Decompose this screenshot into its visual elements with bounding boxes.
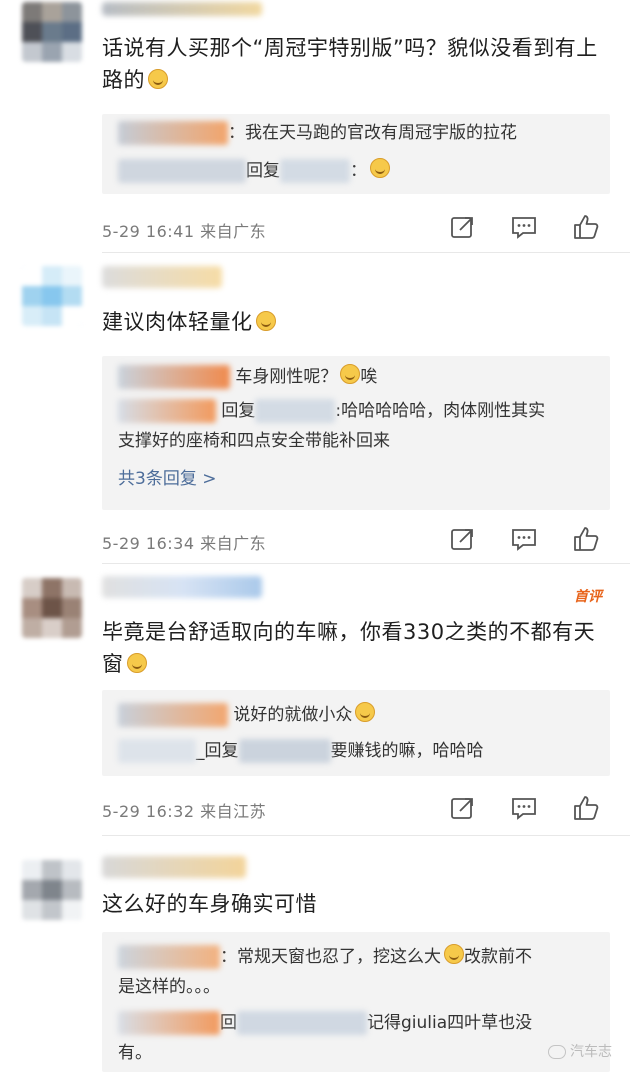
smile-emoji-icon: [355, 702, 376, 722]
reply-line[interactable]: 回复:哈哈哈哈哈，肉体刚性其实: [118, 396, 600, 426]
comment-text: 话说有人买那个“周冠宇特别版”吗？貌似没看到有上路的: [102, 36, 598, 92]
first-comment-tag: 首评: [574, 589, 602, 605]
reply-continuation: 有。: [118, 1043, 152, 1063]
comment-text: 这么好的车身确实可惜: [102, 892, 317, 916]
reply-line[interactable]: 车身刚性呢？唉: [118, 362, 600, 392]
reply-box: ：常规天窗也忍了，挖这么大 改款前不 是这样的。。。 回记得giulia四叶草也没…: [102, 932, 610, 1072]
username[interactable]: [102, 856, 246, 878]
reply-box: 车身刚性呢？唉 回复:哈哈哈哈哈，肉体刚性其实 支撑好的座椅和四点安全带能补回来…: [102, 356, 610, 510]
share-icon[interactable]: [448, 213, 476, 241]
cry-emoji-icon: [444, 944, 464, 964]
reply-line[interactable]: ：常规天窗也忍了，挖这么大 改款前不: [118, 942, 600, 972]
reply-username[interactable]: [118, 945, 220, 969]
reply-target-username[interactable]: [238, 739, 331, 763]
comment-icon[interactable]: [510, 794, 538, 822]
more-replies-link[interactable]: 共3条回复 >: [118, 464, 216, 489]
divider: [102, 563, 630, 564]
reply-username[interactable]: [118, 703, 228, 727]
reply-line[interactable]: 回记得giulia四叶草也没: [118, 1008, 600, 1038]
reply-line[interactable]: ：我在天马跑的官改有周冠宇版的拉花: [118, 118, 600, 148]
reply-line[interactable]: _回复 要赚钱的嘛，哈哈哈: [118, 736, 600, 766]
avatar[interactable]: [22, 578, 82, 638]
like-icon[interactable]: [572, 213, 600, 241]
reply-box: 说好的就做小众 _回复 要赚钱的嘛，哈哈哈: [102, 690, 610, 776]
username[interactable]: [102, 576, 262, 598]
reply-target-username[interactable]: [255, 399, 336, 423]
share-icon[interactable]: [448, 794, 476, 822]
reply-username[interactable]: [118, 739, 196, 763]
comment-meta: 5-29 16:32 来自江苏: [102, 802, 267, 821]
reply-continuation: 是这样的。。。: [118, 977, 220, 997]
doge-emoji-icon: [126, 653, 147, 673]
doge-emoji-icon: [255, 311, 276, 331]
share-icon[interactable]: [448, 525, 476, 553]
avatar[interactable]: [22, 860, 82, 920]
reply-username[interactable]: [118, 159, 246, 183]
divider: [102, 252, 630, 253]
comment-icon[interactable]: [510, 213, 538, 241]
reply-username[interactable]: [118, 365, 230, 389]
username[interactable]: [102, 2, 262, 16]
reply-continuation: 支撑好的座椅和四点安全带能补回来: [118, 431, 390, 451]
reply-username[interactable]: [118, 121, 228, 145]
comment-actions: [448, 794, 608, 822]
like-icon[interactable]: [572, 794, 600, 822]
like-icon[interactable]: [572, 525, 600, 553]
reply-line[interactable]: 回复：: [118, 156, 600, 186]
divider: [102, 835, 630, 836]
reply-username[interactable]: [118, 1011, 220, 1035]
avatar[interactable]: [22, 266, 82, 326]
reply-target-username[interactable]: [280, 159, 350, 183]
comment-meta: 5-29 16:41 来自广东: [102, 222, 267, 241]
comment-text: 毕竟是台舒适取向的车嘛，你看330之类的不都有天窗: [102, 620, 596, 676]
smile-emoji-icon: [370, 158, 390, 178]
comment-icon[interactable]: [510, 525, 538, 553]
reply-target-username[interactable]: [237, 1011, 367, 1035]
watermark: 汽车志: [548, 1041, 612, 1061]
wechat-icon: [548, 1045, 566, 1059]
laugh-cry-emoji-icon: [148, 69, 168, 89]
reply-username[interactable]: [118, 399, 216, 423]
doge-emoji-icon: [340, 364, 361, 384]
username[interactable]: [102, 266, 222, 288]
reply-box: ：我在天马跑的官改有周冠宇版的拉花 回复：: [102, 114, 610, 194]
avatar[interactable]: [22, 2, 82, 62]
comment-text: 建议肉体轻量化: [102, 306, 612, 338]
comment-actions: [448, 525, 608, 553]
comment-meta: 5-29 16:34 来自广东: [102, 534, 267, 553]
reply-line[interactable]: 说好的就做小众: [118, 700, 600, 730]
comment-actions: [448, 213, 608, 241]
